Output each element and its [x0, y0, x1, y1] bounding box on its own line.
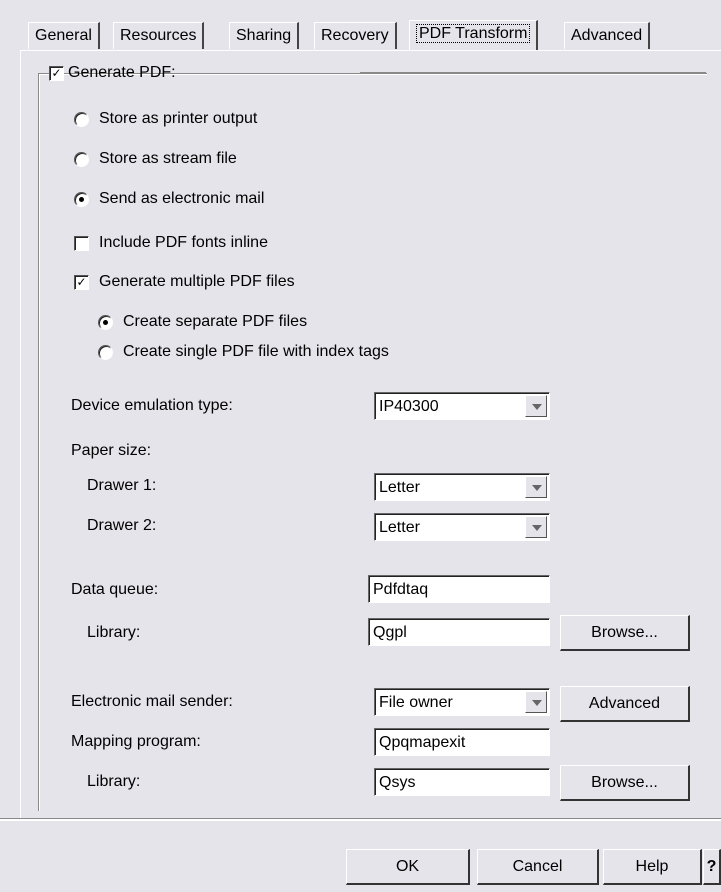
chevron-down-icon[interactable] [525, 395, 547, 417]
drawer2-dropdown[interactable]: Letter [374, 513, 550, 541]
help-button[interactable]: Help [603, 849, 702, 885]
radio-selected-dot [79, 197, 84, 202]
tab-pdf-transform[interactable]: PDF Transform [409, 20, 539, 51]
chevron-down-icon[interactable] [525, 516, 547, 538]
chevron-down-icon[interactable] [525, 691, 547, 713]
radio-send-email[interactable] [74, 192, 89, 207]
generate-pdf-label: Generate PDF: [68, 64, 176, 81]
mail-sender-value: File owner [379, 694, 453, 711]
ok-button[interactable]: OK [346, 849, 470, 885]
tab-general[interactable]: General [28, 22, 100, 49]
device-emulation-dropdown[interactable]: IP40300 [374, 392, 550, 420]
include-fonts-checkbox[interactable] [74, 236, 89, 251]
radio-separate-files[interactable] [98, 315, 113, 330]
generate-pdf-checkbox[interactable]: ✓ [49, 66, 64, 81]
mapping-library-label: Library: [87, 773, 141, 790]
mail-sender-label: Electronic mail sender: [71, 693, 233, 710]
chevron-down-icon[interactable] [525, 476, 547, 498]
send-email-label: Send as electronic mail [99, 190, 265, 207]
mapping-program-input[interactable]: Qpqmapexit [374, 728, 550, 756]
cancel-button[interactable]: Cancel [477, 849, 599, 885]
data-queue-library-input[interactable]: Qgpl [368, 618, 550, 646]
include-fonts-label: Include PDF fonts inline [99, 234, 268, 251]
tab-recovery[interactable]: Recovery [314, 22, 397, 49]
tab-resources[interactable]: Resources [113, 22, 205, 49]
radio-single-file-index[interactable] [98, 345, 113, 360]
radio-store-printer-output[interactable] [74, 112, 89, 127]
store-printer-output-label: Store as printer output [99, 110, 258, 127]
radio-store-stream-file[interactable] [74, 152, 89, 167]
drawer1-label: Drawer 1: [87, 477, 157, 494]
drawer1-dropdown[interactable]: Letter [374, 473, 550, 501]
separate-files-label: Create separate PDF files [123, 313, 308, 330]
paper-size-label: Paper size: [71, 442, 152, 459]
mapping-program-label: Mapping program: [71, 733, 201, 750]
drawer2-label: Drawer 2: [87, 517, 157, 534]
tab-pdf-transform-label: PDF Transform [416, 24, 531, 43]
mail-sender-dropdown[interactable]: File owner [374, 688, 550, 716]
multiple-files-checkbox[interactable]: ✓ [74, 275, 89, 290]
footer-divider [0, 818, 721, 821]
groupbox-top-rule [360, 72, 706, 73]
data-queue-input[interactable]: Pdfdtaq [368, 575, 550, 603]
data-queue-library-label: Library: [87, 624, 141, 641]
single-file-index-label: Create single PDF file with index tags [123, 343, 389, 360]
store-stream-file-label: Store as stream file [99, 150, 237, 167]
device-emulation-value: IP40300 [379, 398, 439, 415]
data-queue-browse-button[interactable]: Browse... [560, 615, 690, 651]
tab-advanced[interactable]: Advanced [564, 22, 651, 49]
radio-selected-dot [103, 320, 108, 325]
mail-advanced-button[interactable]: Advanced [560, 686, 690, 722]
data-queue-label: Data queue: [71, 581, 159, 598]
whats-this-button[interactable]: ? [703, 849, 721, 885]
drawer2-value: Letter [379, 519, 420, 536]
drawer1-value: Letter [379, 479, 420, 496]
device-emulation-label: Device emulation type: [71, 397, 233, 414]
mapping-browse-button[interactable]: Browse... [560, 765, 690, 801]
tab-sharing[interactable]: Sharing [229, 22, 300, 49]
mapping-library-input[interactable]: Qsys [374, 768, 550, 796]
multiple-files-label: Generate multiple PDF files [99, 273, 295, 290]
